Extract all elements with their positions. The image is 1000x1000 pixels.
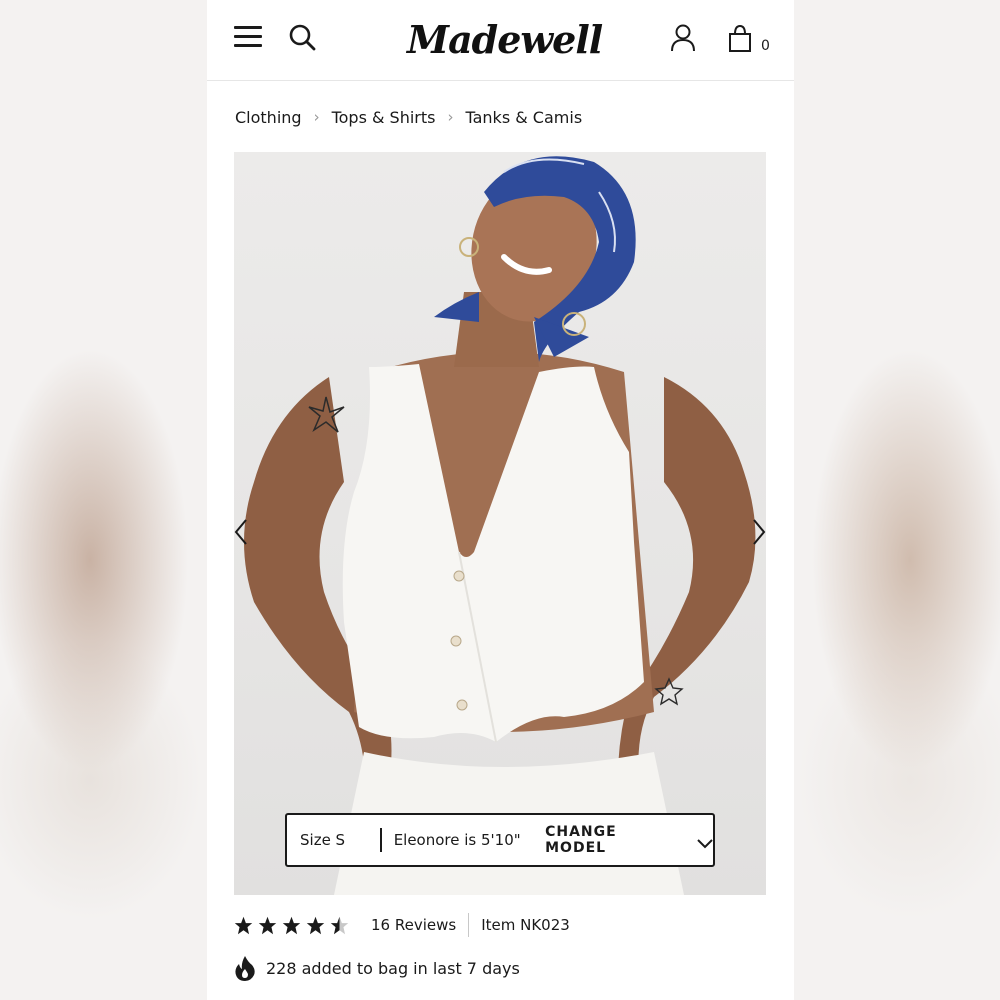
site-header: Madewell 0 — [207, 0, 794, 81]
bag-count-badge: 0 — [761, 38, 770, 54]
account-icon[interactable] — [670, 24, 696, 52]
chevron-right-icon: › — [313, 108, 320, 126]
chevron-down-icon[interactable] — [697, 835, 713, 849]
social-proof-row: 228 added to bag in last 7 days — [234, 952, 520, 984]
breadcrumb-tops-shirts[interactable]: Tops & Shirts — [332, 108, 436, 127]
breadcrumb-tanks-camis[interactable]: Tanks & Camis — [465, 108, 582, 127]
chevron-right-icon: › — [447, 108, 454, 126]
added-to-bag-text: 228 added to bag in last 7 days — [266, 958, 520, 978]
star-icon — [306, 916, 325, 934]
change-model-button[interactable]: CHANGE MODEL — [545, 824, 683, 856]
product-page: Madewell 0 Clothing › Tops & Shirts › Ta… — [207, 0, 794, 1000]
product-image[interactable]: Size S Eleonore is 5'10" CHANGE MODEL — [234, 152, 766, 895]
model-photo — [244, 156, 756, 895]
star-icon — [258, 916, 277, 934]
item-number: Item NK023 — [481, 916, 570, 934]
divider — [468, 913, 470, 937]
star-rating[interactable] — [234, 916, 354, 935]
model-info-bar[interactable]: Size S Eleonore is 5'10" CHANGE MODEL — [285, 813, 715, 867]
next-image-arrow-icon[interactable] — [748, 512, 766, 552]
star-icon — [234, 916, 253, 934]
flame-icon — [235, 956, 255, 981]
half-star-icon — [330, 916, 349, 934]
model-size-label: Size S — [300, 831, 346, 849]
rating-row: 16 Reviews Item NK023 — [234, 910, 570, 940]
breadcrumb: Clothing › Tops & Shirts › Tanks & Camis — [235, 104, 582, 130]
menu-icon[interactable] — [234, 24, 264, 50]
reviews-link[interactable]: 16 Reviews — [371, 916, 456, 934]
search-icon[interactable] — [288, 23, 318, 53]
breadcrumb-clothing[interactable]: Clothing — [235, 108, 302, 127]
previous-image-arrow-icon[interactable] — [234, 512, 252, 552]
star-icon — [282, 916, 301, 934]
bag-icon[interactable] — [727, 24, 753, 52]
model-height-text: Eleonore is 5'10" — [393, 831, 521, 849]
brand-logo[interactable]: Madewell — [407, 10, 603, 70]
